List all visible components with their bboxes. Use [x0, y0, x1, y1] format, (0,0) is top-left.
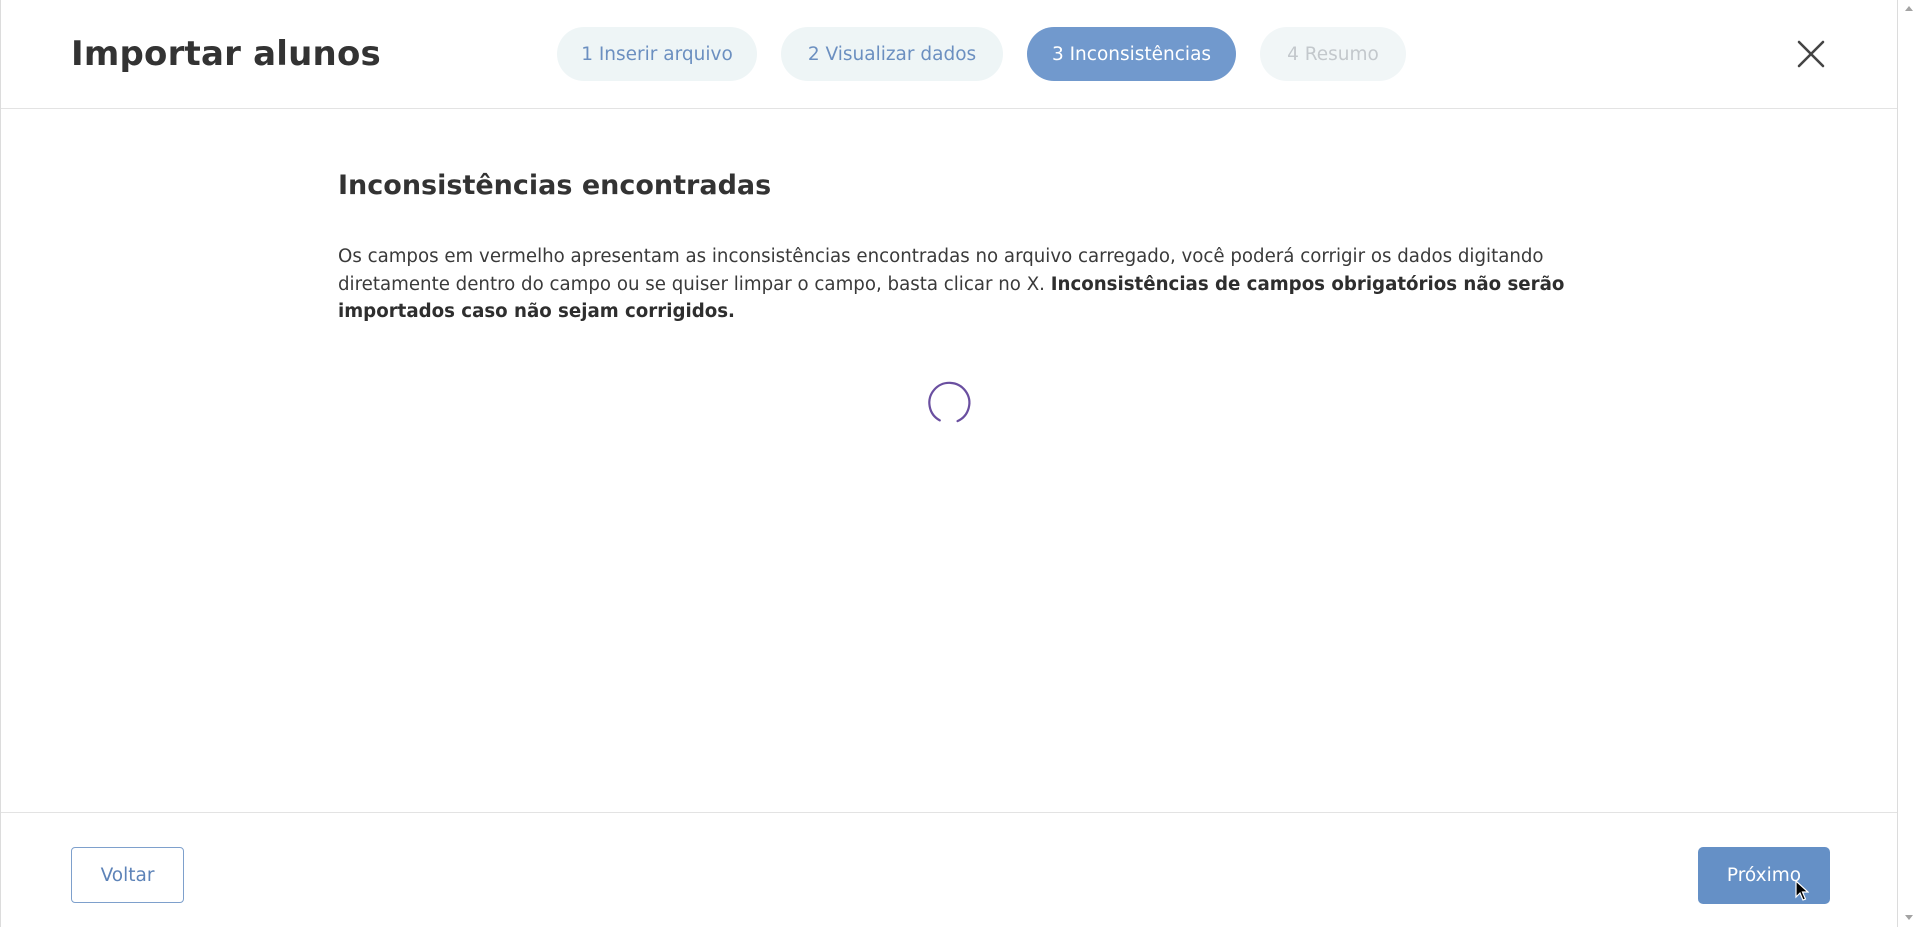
section-description: Os campos em vermelho apresentam as inco… [338, 243, 1568, 326]
back-button[interactable]: Voltar [71, 847, 184, 903]
step-view-data[interactable]: 2 Visualizar dados [781, 27, 1003, 81]
stepper: 1 Inserir arquivo 2 Visualizar dados 3 I… [557, 27, 1406, 81]
scroll-down-arrow-icon[interactable] [1904, 914, 1914, 922]
import-students-modal: Importar alunos 1 Inserir arquivo 2 Visu… [0, 0, 1898, 927]
step-insert-file[interactable]: 1 Inserir arquivo [557, 27, 757, 81]
modal-footer: Voltar Próximo [1, 812, 1897, 927]
inconsistencies-section: Inconsistências encontradas Os campos em… [338, 170, 1568, 326]
step-inconsistencies[interactable]: 3 Inconsistências [1027, 27, 1236, 81]
vertical-scrollbar[interactable] [1898, 0, 1920, 927]
close-icon [1797, 40, 1825, 68]
scroll-up-arrow-icon[interactable] [1904, 4, 1914, 12]
loading-spinner-icon [928, 381, 971, 423]
next-button[interactable]: Próximo [1698, 847, 1830, 904]
step-summary: 4 Resumo [1260, 27, 1406, 81]
section-heading: Inconsistências encontradas [338, 170, 772, 201]
mouse-pointer-icon [1795, 880, 1809, 901]
close-button[interactable] [1795, 38, 1827, 70]
modal-title: Importar alunos [71, 34, 381, 74]
modal-header: Importar alunos 1 Inserir arquivo 2 Visu… [1, 0, 1897, 109]
